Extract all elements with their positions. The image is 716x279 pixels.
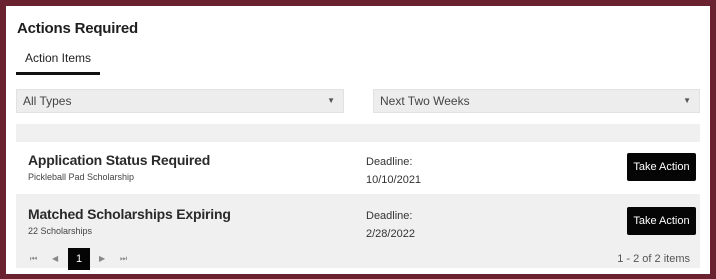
first-page-icon[interactable]: ⏮ [30, 250, 37, 268]
list-item: Application Status Required Pickleball P… [16, 142, 700, 194]
chevron-down-icon: ▼ [683, 96, 691, 105]
tab-bar: Action Items [16, 50, 700, 78]
type-filter-dropdown[interactable]: All Types ▼ [16, 89, 344, 113]
item-subtitle: Pickleball Pad Scholarship [28, 172, 135, 182]
chevron-down-icon: ▼ [327, 96, 335, 105]
pagination-summary: 1 - 2 of 2 items [617, 253, 690, 265]
list-item: Matched Scholarships Expiring 22 Scholar… [16, 196, 700, 248]
panel-title: Actions Required [17, 20, 138, 37]
take-action-button[interactable]: Take Action [627, 153, 696, 181]
date-range-dropdown[interactable]: Next Two Weeks ▼ [373, 89, 700, 113]
current-page-button[interactable]: 1 [68, 248, 90, 270]
deadline-label: Deadline: [366, 210, 413, 222]
deadline-date: 2/28/2022 [366, 228, 415, 240]
pagination: ⏮ ◀ 1 ▶ ⏭ 1 - 2 of 2 items [16, 248, 700, 270]
active-tab-indicator [16, 72, 100, 75]
last-page-icon[interactable]: ⏭ [120, 250, 127, 268]
type-filter-value: All Types [23, 94, 72, 108]
deadline-date: 10/10/2021 [366, 174, 422, 186]
action-items-list: Application Status Required Pickleball P… [16, 124, 700, 270]
tab-action-items[interactable]: Action Items [16, 50, 100, 76]
item-title: Matched Scholarships Expiring [28, 206, 231, 222]
item-title: Application Status Required [28, 152, 211, 168]
previous-page-icon[interactable]: ◀ [52, 250, 58, 268]
next-page-icon[interactable]: ▶ [99, 250, 105, 268]
date-range-value: Next Two Weeks [380, 94, 470, 108]
deadline-label: Deadline: [366, 156, 413, 168]
actions-panel: Actions Required Action Items All Types … [6, 6, 710, 274]
tab-label: Action Items [24, 51, 92, 65]
take-action-button[interactable]: Take Action [627, 207, 696, 235]
item-subtitle: 22 Scholarships [28, 226, 93, 236]
